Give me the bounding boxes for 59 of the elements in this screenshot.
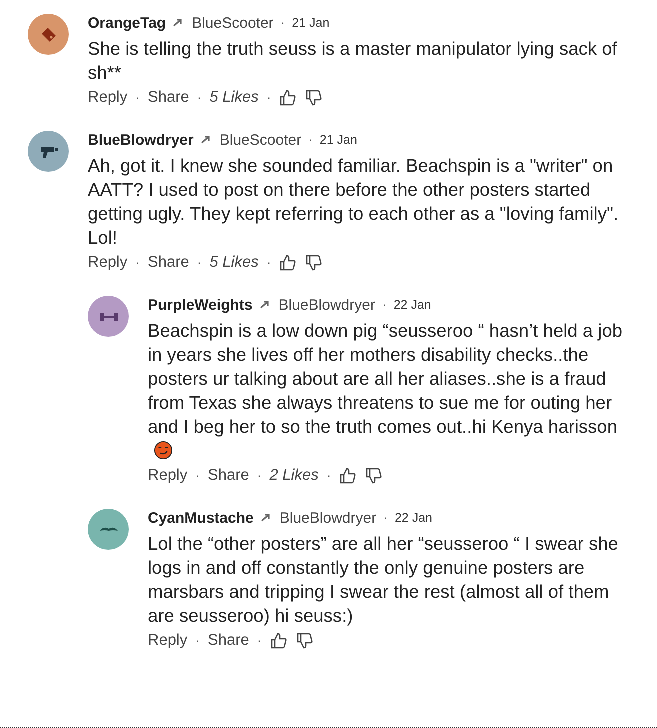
- separator-dot: ·: [197, 254, 202, 272]
- author-name[interactable]: OrangeTag: [88, 14, 166, 32]
- thumbs-down-icon[interactable]: [305, 254, 324, 272]
- user-avatar[interactable]: [88, 296, 129, 337]
- action-link[interactable]: Reply: [148, 467, 188, 485]
- separator-dot: ·: [136, 254, 140, 272]
- separator-dot: ·: [326, 467, 332, 485]
- action-link[interactable]: Share: [148, 254, 190, 272]
- reply-arrow-icon: [260, 513, 273, 523]
- thumbs-up-icon[interactable]: [279, 89, 298, 107]
- separator-dot: ·: [266, 254, 272, 272]
- separator-dot: ·: [257, 632, 262, 650]
- reply-to-name[interactable]: BlueBlowdryer: [280, 510, 377, 526]
- thumbs-down-icon[interactable]: [296, 632, 314, 650]
- action-link[interactable]: Reply: [88, 254, 128, 272]
- emoji-icon: [154, 441, 173, 460]
- likes-count: 5 Likes: [210, 254, 259, 272]
- comment-text: Lol the “other posters” are all her “seusseroo “ I swear she logs in and off constantly the only genuine posters are marsbars and tripping I swear the rest (almost all of them are seusseroo) hi seuss:): [148, 532, 620, 628]
- author-name[interactable]: CyanMustache: [148, 510, 254, 526]
- reply-arrow-icon: [260, 300, 272, 310]
- reply-to-name[interactable]: BlueScooter: [220, 132, 302, 148]
- user-avatar[interactable]: [28, 131, 69, 172]
- comment-text: Ah, got it. I knew she sounded familiar. Beachspin is a "writer" on AATT? I used to post on there before the other posters started getting ugly. They kept referring to each other as a "loving family". Lol!: [88, 154, 620, 250]
- dumbbell-icon: [98, 310, 118, 322]
- separator-dot: ·: [266, 89, 272, 107]
- reply-arrow-icon: [200, 135, 213, 145]
- comment-date: 21 Jan: [292, 16, 330, 30]
- separator-dot: ·: [136, 89, 140, 107]
- separator-dot: ·: [384, 509, 388, 527]
- separator-dot: ·: [196, 467, 200, 485]
- action-link[interactable]: Reply: [148, 632, 188, 650]
- separator-dot: ·: [280, 14, 286, 32]
- separator-dot: ·: [257, 467, 262, 485]
- separator-dot: ·: [382, 296, 387, 314]
- action-link[interactable]: Share: [208, 632, 250, 650]
- separator-dot: ·: [196, 632, 200, 650]
- comment-date: 22 Jan: [394, 298, 432, 312]
- action-link[interactable]: Share: [148, 89, 190, 107]
- user-avatar[interactable]: [28, 14, 69, 55]
- thumbs-up-icon[interactable]: [270, 632, 288, 650]
- reply-to-name[interactable]: BlueBlowdryer: [278, 296, 376, 314]
- comment-date: 22 Jan: [394, 511, 432, 525]
- comment-text: She is telling the truth seuss is a master manipulator lying sack of sh**: [88, 37, 618, 85]
- user-avatar[interactable]: [88, 509, 129, 550]
- author-name[interactable]: BlueBlowdryer: [88, 132, 194, 148]
- separator-dot: ·: [308, 131, 313, 149]
- thumbs-up-icon[interactable]: [339, 467, 358, 485]
- reply-to-name[interactable]: BlueScooter: [192, 14, 274, 32]
- thumbs-down-icon[interactable]: [365, 467, 384, 485]
- author-name[interactable]: PurpleWeights: [148, 296, 253, 314]
- likes-count: 5 Likes: [210, 89, 259, 107]
- thumbs-down-icon[interactable]: [305, 89, 324, 107]
- thumbs-up-icon[interactable]: [279, 254, 298, 272]
- comment-text: Beachspin is a low down pig “seusseroo “ hasn’t held a job in years she lives off her mothers disability checks..the posters ur talking about are all her aliases..she is a fraud from Texas she always threatens to sue me for outing her and I beg her to so the truth comes out..hi Kenya harisson: [148, 319, 635, 463]
- likes-count: 2 Likes: [270, 467, 319, 485]
- action-link[interactable]: Reply: [88, 89, 128, 107]
- separator-dot: ·: [197, 89, 202, 107]
- action-link[interactable]: Share: [208, 467, 250, 485]
- comment-date: 21 Jan: [320, 133, 358, 147]
